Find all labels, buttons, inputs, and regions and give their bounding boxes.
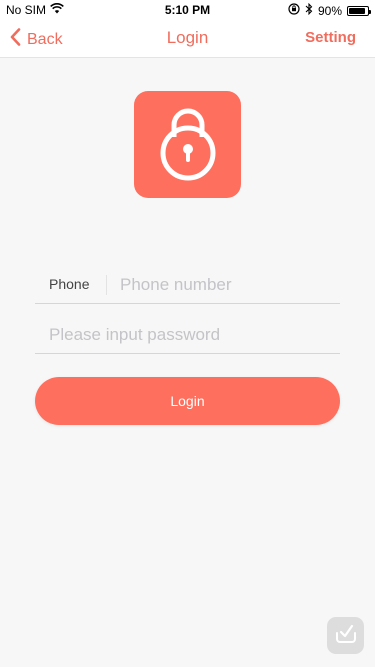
phone-label: Phone <box>49 276 90 292</box>
battery-cap <box>369 9 371 14</box>
tray-check-icon <box>335 622 357 649</box>
app-logo <box>134 91 241 198</box>
lock-icon <box>157 103 219 186</box>
password-input[interactable] <box>49 322 334 348</box>
login-screen: No SIM 5:10 PM 90% Back Login Setting Ph… <box>0 0 375 667</box>
battery-icon <box>347 5 371 16</box>
login-button[interactable]: Login <box>35 377 340 425</box>
phone-divider <box>106 275 107 295</box>
phone-row: Phone <box>35 264 340 304</box>
battery-percent: 90% <box>317 3 342 18</box>
battery-fill <box>349 7 365 14</box>
floating-assist-button[interactable] <box>327 617 364 654</box>
setting-button[interactable]: Setting <box>305 29 356 46</box>
bluetooth-icon <box>305 2 313 18</box>
status-right: 90% <box>288 2 371 18</box>
rotation-lock-icon <box>288 3 300 18</box>
nav-bar: Back Login Setting <box>0 20 375 58</box>
password-row <box>35 314 340 354</box>
status-bar: No SIM 5:10 PM 90% <box>0 0 375 20</box>
phone-input[interactable] <box>120 272 335 298</box>
